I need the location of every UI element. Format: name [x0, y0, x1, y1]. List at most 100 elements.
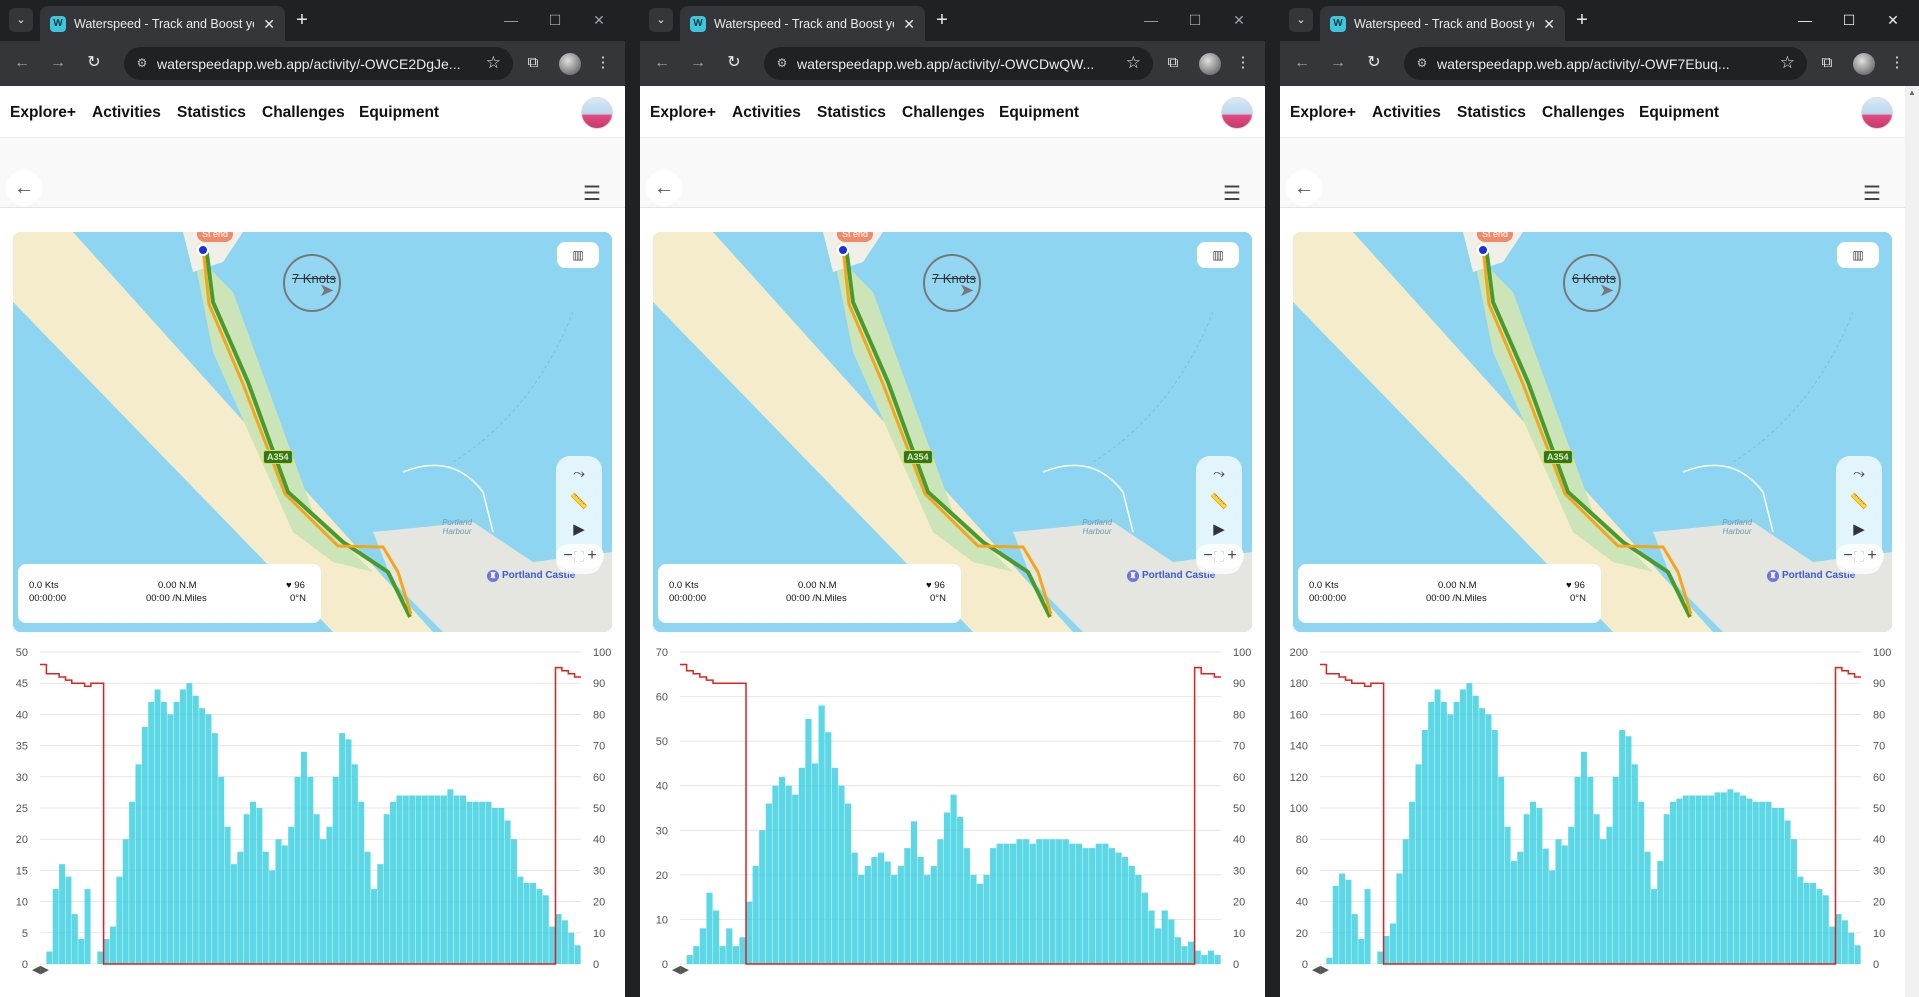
bookmark-star-icon[interactable]: ☆ — [1126, 53, 1141, 73]
range-handle-icon[interactable]: ◀▶ — [32, 964, 49, 976]
hamburger-menu-icon[interactable]: ☰ — [583, 184, 601, 204]
menu-dots-icon[interactable]: ⋮ — [1885, 51, 1909, 75]
reload-icon[interactable]: ↻ — [722, 51, 746, 75]
scroll-up-icon[interactable]: ▲ — [1905, 86, 1919, 100]
address-bar[interactable]: ⚙ waterspeedapp.web.app/activity/-OWCDwQW… — [764, 47, 1153, 80]
window-maximize-icon[interactable]: ☐ — [1839, 10, 1859, 30]
nav-explore[interactable]: Explore+ — [1290, 103, 1356, 123]
user-avatar[interactable] — [581, 97, 613, 129]
forward-icon[interactable]: → — [686, 51, 710, 75]
bookmark-star-icon[interactable]: ☆ — [1780, 53, 1795, 73]
back-arrow-icon[interactable]: ← — [6, 170, 42, 206]
route-icon[interactable]: ⤳ — [1207, 464, 1231, 484]
map-layers-icon[interactable]: ▥ — [1197, 242, 1239, 268]
back-icon[interactable]: ← — [650, 51, 674, 75]
hamburger-menu-icon[interactable]: ☰ — [1223, 184, 1241, 204]
tab-close-icon[interactable]: ✕ — [263, 15, 275, 33]
hamburger-menu-icon[interactable]: ☰ — [1863, 184, 1881, 204]
window-close-icon[interactable]: ✕ — [589, 10, 609, 30]
window-minimize-icon[interactable]: — — [1795, 10, 1815, 30]
nav-activities[interactable]: Activities — [92, 103, 161, 123]
map-layers-icon[interactable]: ▥ — [1837, 242, 1879, 268]
extensions-icon[interactable]: ⧉ — [1161, 51, 1185, 75]
profile-icon[interactable] — [559, 53, 581, 75]
start-end-marker[interactable]: St end — [197, 232, 234, 242]
window-maximize-icon[interactable]: ☐ — [545, 10, 565, 30]
window-close-icon[interactable]: ✕ — [1229, 10, 1249, 30]
site-info-icon[interactable]: ⚙ — [1414, 55, 1430, 71]
ruler-icon[interactable]: 📏 — [1847, 492, 1871, 512]
range-handle-icon[interactable]: ◀▶ — [672, 964, 689, 976]
nav-equipment[interactable]: Equipment — [1639, 103, 1719, 123]
play-icon[interactable]: ▶ — [1207, 520, 1231, 540]
nav-equipment[interactable]: Equipment — [999, 103, 1079, 123]
zoom-out-button[interactable]: − — [1836, 544, 1860, 568]
tab-search-icon[interactable]: ⌄ — [9, 8, 33, 32]
window-minimize-icon[interactable]: — — [501, 10, 521, 30]
site-info-icon[interactable]: ⚙ — [774, 55, 790, 71]
browser-tab[interactable]: W Waterspeed - Track and Boost your progr… — [1320, 6, 1565, 41]
route-icon[interactable]: ⤳ — [567, 464, 591, 484]
back-icon[interactable]: ← — [10, 51, 34, 75]
reload-icon[interactable]: ↻ — [82, 51, 106, 75]
page-scrollbar[interactable]: ▲ — [1905, 86, 1919, 997]
site-info-icon[interactable]: ⚙ — [134, 55, 150, 71]
address-bar[interactable]: ⚙ waterspeedapp.web.app/activity/-OWF7Ebu… — [1404, 47, 1807, 80]
forward-icon[interactable]: → — [1326, 51, 1350, 75]
play-icon[interactable]: ▶ — [567, 520, 591, 540]
speed-heart-chart[interactable]: 0 20 40 60 80 100 120 140 160 180 200 0 10 20 30 40 50 60… — [1280, 636, 1919, 976]
map-layers-icon[interactable]: ▥ — [557, 242, 599, 268]
new-tab-button[interactable]: + — [290, 8, 314, 32]
user-avatar[interactable] — [1221, 97, 1253, 129]
forward-icon[interactable]: → — [46, 51, 70, 75]
browser-tab[interactable]: W Waterspeed - Track and Boost your progr… — [680, 6, 925, 41]
ruler-icon[interactable]: 📏 — [567, 492, 591, 512]
activity-map[interactable]: St end A354 Portland Harbour ♜ Portland Cast… — [653, 232, 1252, 632]
range-handle-icon[interactable]: ◀▶ — [1312, 964, 1329, 976]
url-text[interactable]: waterspeedapp.web.app/activity/-OWCDwQW.… — [797, 55, 1116, 73]
window-minimize-icon[interactable]: — — [1141, 10, 1161, 30]
nav-challenges[interactable]: Challenges — [1542, 103, 1625, 123]
address-bar[interactable]: ⚙ waterspeedapp.web.app/activity/-OWCE2Dg… — [124, 47, 513, 80]
speed-heart-chart[interactable]: 0 10 20 30 40 50 60 70 0 10 20 30 40 50 60 70 80 90 100 ◀▶ — [640, 636, 1265, 976]
start-end-marker[interactable]: St end — [1477, 232, 1514, 242]
nav-explore[interactable]: Explore+ — [650, 103, 716, 123]
activity-map[interactable]: St end A354 Portland Harbour ♜ Portland Cast… — [13, 232, 612, 632]
profile-icon[interactable] — [1199, 53, 1221, 75]
tab-close-icon[interactable]: ✕ — [1543, 15, 1555, 33]
ruler-icon[interactable]: 📏 — [1207, 492, 1231, 512]
nav-statistics[interactable]: Statistics — [817, 103, 886, 123]
play-icon[interactable]: ▶ — [1847, 520, 1871, 540]
activity-map[interactable]: St end A354 Portland Harbour ♜ Portland Cast… — [1293, 232, 1892, 632]
nav-activities[interactable]: Activities — [732, 103, 801, 123]
new-tab-button[interactable]: + — [930, 8, 954, 32]
zoom-in-button[interactable]: + — [580, 544, 604, 568]
extensions-icon[interactable]: ⧉ — [1815, 51, 1839, 75]
tab-close-icon[interactable]: ✕ — [903, 15, 915, 33]
tab-search-icon[interactable]: ⌄ — [649, 8, 673, 32]
new-tab-button[interactable]: + — [1570, 8, 1594, 32]
back-icon[interactable]: ← — [1290, 51, 1314, 75]
nav-equipment[interactable]: Equipment — [359, 103, 439, 123]
tab-search-icon[interactable]: ⌄ — [1289, 8, 1313, 32]
extensions-icon[interactable]: ⧉ — [521, 51, 545, 75]
url-text[interactable]: waterspeedapp.web.app/activity/-OWF7Ebuq… — [1437, 55, 1770, 73]
url-text[interactable]: waterspeedapp.web.app/activity/-OWCE2DgJ… — [157, 55, 476, 73]
zoom-in-button[interactable]: + — [1220, 544, 1244, 568]
nav-statistics[interactable]: Statistics — [177, 103, 246, 123]
menu-dots-icon[interactable]: ⋮ — [591, 51, 615, 75]
window-maximize-icon[interactable]: ☐ — [1185, 10, 1205, 30]
nav-challenges[interactable]: Challenges — [902, 103, 985, 123]
route-icon[interactable]: ⤳ — [1847, 464, 1871, 484]
zoom-in-button[interactable]: + — [1860, 544, 1884, 568]
back-arrow-icon[interactable]: ← — [1286, 170, 1322, 206]
nav-statistics[interactable]: Statistics — [1457, 103, 1526, 123]
nav-activities[interactable]: Activities — [1372, 103, 1441, 123]
user-avatar[interactable] — [1861, 97, 1893, 129]
speed-heart-chart[interactable]: 0 5 10 15 20 25 30 35 40 45 50 0 10 20 30 40 50 60 70 80 90 1… — [0, 636, 625, 976]
bookmark-star-icon[interactable]: ☆ — [486, 53, 501, 73]
nav-challenges[interactable]: Challenges — [262, 103, 345, 123]
profile-icon[interactable] — [1853, 53, 1875, 75]
back-arrow-icon[interactable]: ← — [646, 170, 682, 206]
zoom-out-button[interactable]: − — [1196, 544, 1220, 568]
